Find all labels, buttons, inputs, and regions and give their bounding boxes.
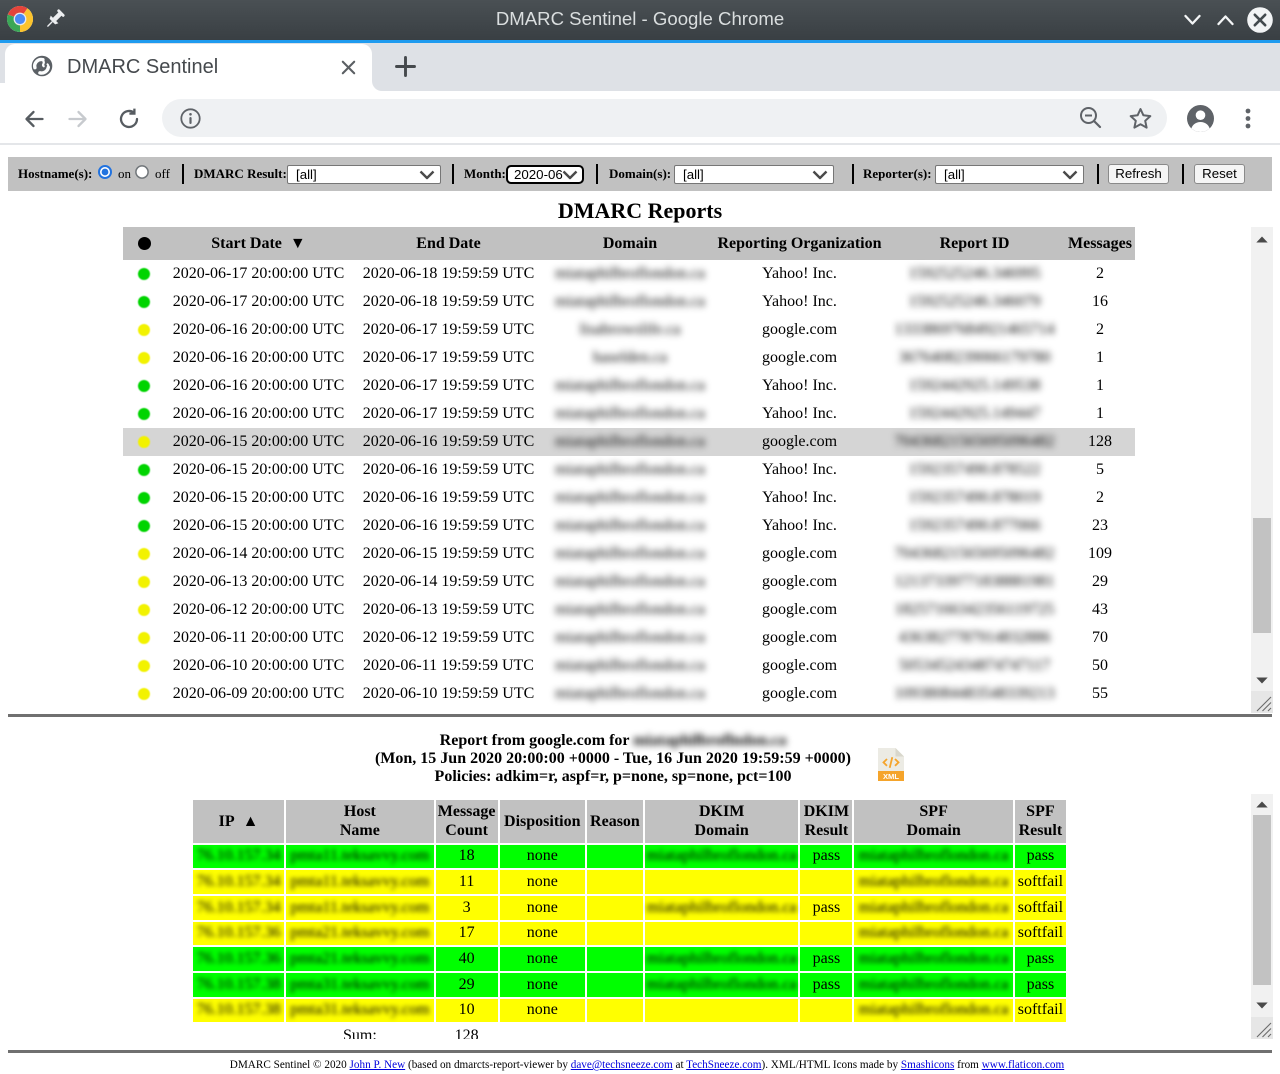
svg-text:XML: XML <box>883 772 899 781</box>
